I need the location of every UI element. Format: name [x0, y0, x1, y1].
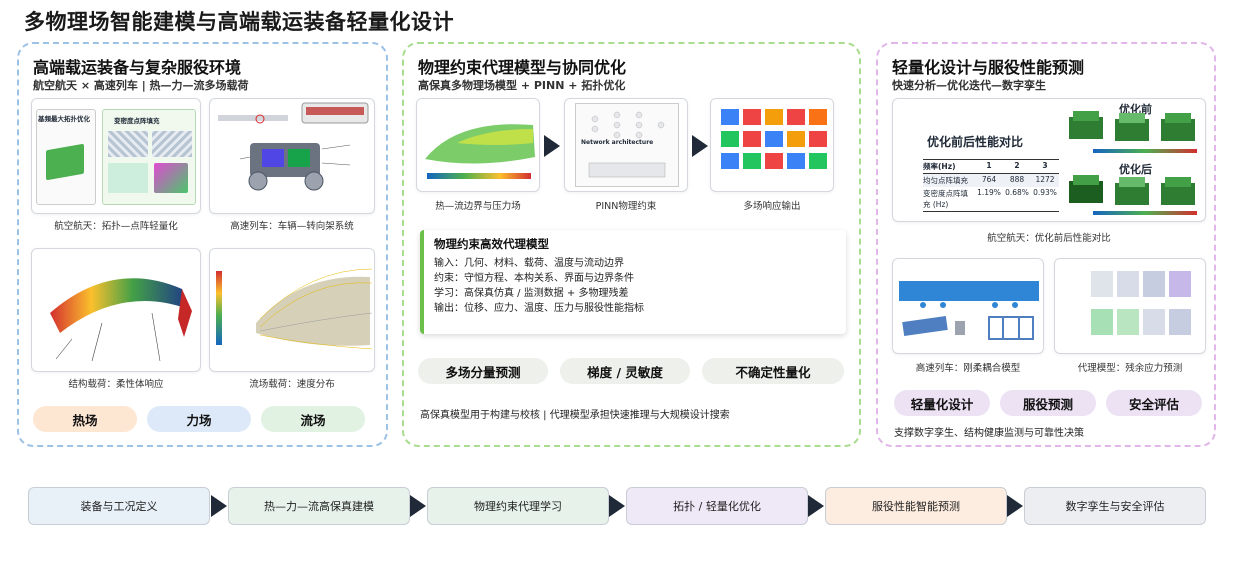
pill-thermal-field: 热场 — [33, 406, 137, 432]
panel3-note: 支撑数字孪生、结构健康监测与可靠性决策 — [894, 428, 1084, 439]
flow-step-4: 拓扑 / 轻量化优化 — [626, 487, 808, 525]
flow-step-1: 装备与工况定义 — [28, 487, 210, 525]
flow-step-5: 服役性能智能预测 — [825, 487, 1007, 525]
residual-stress-caption: 代理模型：残余应力预测 — [1077, 363, 1183, 374]
rigid-flexible-image — [892, 258, 1044, 354]
arrow-icon — [211, 495, 227, 517]
pill-safety-assessment: 安全评估 — [1106, 390, 1202, 416]
thermal-flow-image — [416, 98, 540, 192]
residual-stress-image — [1054, 258, 1206, 354]
pill-force-field: 力场 — [147, 406, 251, 432]
aerospace-topology-caption: 航空航天：拓扑—点阵轻量化 — [54, 221, 178, 232]
pill-uncertainty-quantification: 不确定性量化 — [702, 358, 844, 384]
thermal-flow-caption: 热—流边界与压力场 — [435, 201, 521, 212]
before-after-caption: 航空航天：优化前后性能对比 — [987, 233, 1111, 244]
arrow-icon — [544, 135, 560, 157]
arrow-icon — [692, 135, 708, 157]
surrogate-input-line: 输入：几何、材料、载荷、温度与流动边界 — [434, 258, 624, 269]
multifield-output-image — [710, 98, 834, 192]
rigid-flexible-caption: 高速列车：刚柔耦合模型 — [915, 363, 1021, 374]
page-title: 多物理场智能建模与高端载运装备轻量化设计 — [24, 10, 454, 34]
panel-surrogate: 物理约束代理模型与协同优化 高保真多物理场模型 + PINN + 拓扑优化 热—… — [402, 42, 861, 447]
bogie-system-caption: 高速列车：车辆—转向架系统 — [230, 221, 354, 232]
flexible-body-caption: 结构载荷：柔性体响应 — [68, 379, 164, 390]
pill-service-prediction: 服役预测 — [1000, 390, 1096, 416]
panel2-subtitle: 高保真多物理场模型 + PINN + 拓扑优化 — [418, 79, 626, 92]
panel1-subtitle: 航空航天 × 高速列车 | 热—力—流多场载荷 — [33, 79, 249, 92]
arrow-icon — [808, 495, 824, 517]
flow-step-2: 热—力—流高保真建模 — [228, 487, 410, 525]
panel3-subtitle: 快速分析—优化迭代—数字孪生 — [892, 79, 1046, 92]
pinn-network-image: Network architecture — [564, 98, 688, 192]
arrow-icon — [1007, 495, 1023, 517]
pill-gradient-sensitivity: 梯度 / 灵敏度 — [560, 358, 690, 384]
before-after-image: 优化前后性能对比 频率(Hz) 1 2 3 均匀点阵填充 764 888 127… — [892, 98, 1206, 222]
arrow-icon — [609, 495, 625, 517]
flexible-body-image — [31, 248, 201, 372]
aerospace-topology-image: 基頻最大拓扑优化 变密度点阵填充 — [31, 98, 201, 214]
panel-lightweight: 轻量化设计与服役性能预测 快速分析—优化迭代—数字孪生 优化前后性能对比 频率(… — [876, 42, 1216, 447]
velocity-field-image — [209, 248, 375, 372]
panel-equipment: 高端载运装备与复杂服役环境 航空航天 × 高速列车 | 热—力—流多场载荷 基頻… — [17, 42, 388, 447]
surrogate-constraint-line: 约束：守恒方程、本构关系、界面与边界条件 — [434, 273, 634, 284]
pill-lightweight-design: 轻量化设计 — [894, 390, 990, 416]
surrogate-output-line: 输出：位移、应力、温度、压力与服役性能指标 — [434, 303, 644, 314]
pill-flow-field: 流场 — [261, 406, 365, 432]
pinn-network-caption: PINN物理约束 — [595, 201, 657, 212]
panel3-title: 轻量化设计与服役性能预测 — [892, 58, 1085, 77]
velocity-field-caption: 流场载荷：速度分布 — [249, 379, 335, 390]
panel1-title: 高端载运装备与复杂服役环境 — [33, 58, 242, 77]
panel2-title: 物理约束代理模型与协同优化 — [418, 58, 627, 77]
flow-step-3: 物理约束代理学习 — [427, 487, 609, 525]
multifield-output-caption: 多场响应输出 — [743, 201, 801, 212]
arrow-icon — [410, 495, 426, 517]
bogie-system-image — [209, 98, 375, 214]
panel2-note: 高保真模型用于构建与校核 | 代理模型承担快速推理与大规模设计搜索 — [420, 410, 730, 421]
surrogate-learning-line: 学习：高保真仿真 / 监测数据 + 多物理残差 — [434, 288, 629, 299]
pill-multifield-prediction: 多场分量预测 — [418, 358, 548, 384]
flow-step-6: 数字孪生与安全评估 — [1024, 487, 1206, 525]
surrogate-model-box: 物理约束高效代理模型 输入：几何、材料、载荷、温度与流动边界 约束：守恒方程、本… — [420, 230, 846, 334]
surrogate-box-title: 物理约束高效代理模型 — [434, 237, 549, 251]
